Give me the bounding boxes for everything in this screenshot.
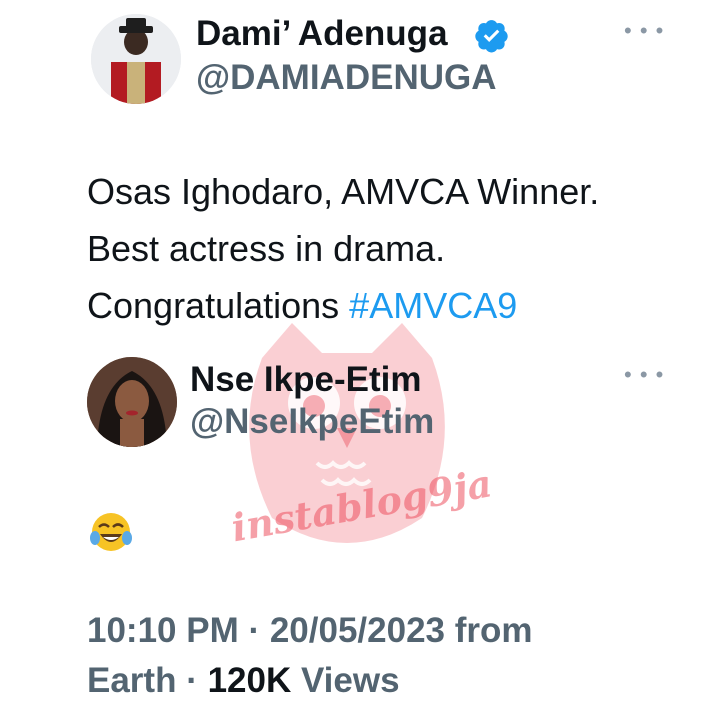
tweet-source: Earth · [87,661,208,700]
tweet-meta: 10:10 PM · 20/05/2023 from Earth · 120K … [87,606,687,706]
tweet-author-name[interactable]: Dami’ Adenuga [196,14,448,54]
watermark-text: instablog9ja [228,460,496,551]
hashtag-link[interactable]: #AMVCA9 [349,285,517,326]
tweet-views-line: Earth · 120K Views [87,656,687,706]
tweet-timestamp[interactable]: 10:10 PM · 20/05/2023 from [87,606,687,656]
reply-author-avatar[interactable] [87,357,177,447]
tweet-author-handle[interactable]: @DAMIADENUGA [196,58,497,98]
tweet-text-line-1: Osas Ighodaro, AMVCA Winner. [87,171,600,212]
tweet-text-line-2: Best actress in drama. [87,228,446,269]
verified-badge-icon [475,20,508,53]
reply-more-options-icon[interactable]: • • • [624,364,664,386]
views-count[interactable]: 120K [208,661,292,700]
more-options-icon[interactable]: • • • [624,20,664,42]
tweet-text-congrats: Congratulations [87,285,350,326]
reply-author-handle[interactable]: @NseIkpeEtim [190,402,434,442]
reply-author-name[interactable]: Nse Ikpe-Etim [190,360,421,400]
tears-of-joy-emoji-icon [90,513,132,551]
tweet-author-avatar[interactable] [91,14,181,104]
views-label[interactable]: Views [291,661,400,700]
tweet-text: Osas Ighodaro, AMVCA Winner. Best actres… [87,163,687,334]
tweet-text-line-3: Congratulations #AMVCA9 [87,277,687,334]
